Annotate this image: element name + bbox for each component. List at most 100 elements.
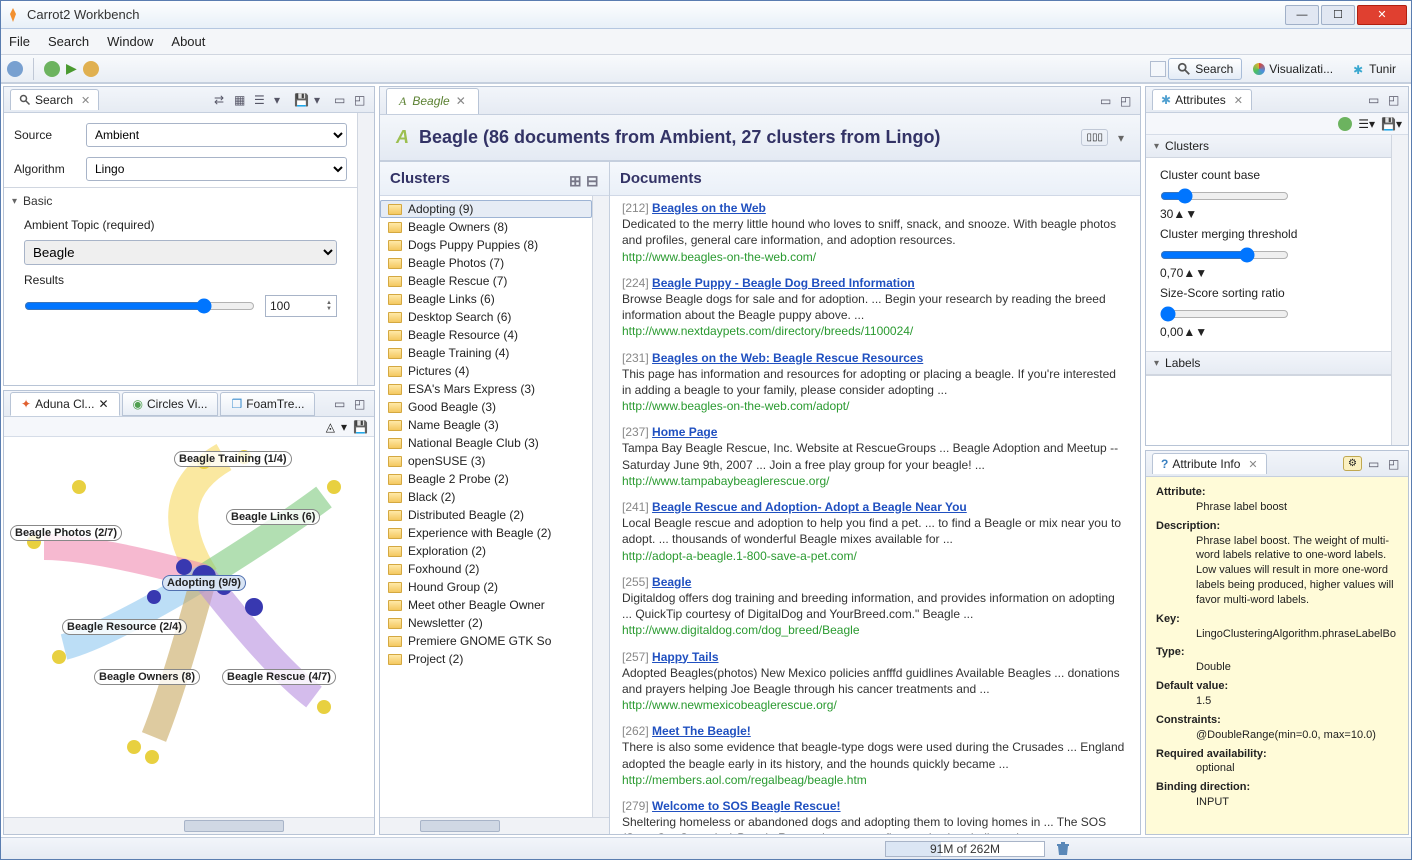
minimize-icon[interactable]: ▭ [334,397,348,411]
size-score-spinner[interactable]: 0,00▲▼ [1160,325,1377,339]
minimize-icon[interactable]: ▭ [1368,457,1382,471]
perspective-search[interactable]: Search [1168,58,1242,80]
vis-node-label[interactable]: Beagle Owners (8) [94,669,200,685]
attributes-tab[interactable]: ✱ Attributes ✕ [1152,89,1252,110]
vis-tab-foamtree[interactable]: ❒FoamTre... [220,392,315,416]
doc-title-link[interactable]: Home Page [652,425,717,439]
doc-title-link[interactable]: Beagle Puppy - Beagle Dog Breed Informat… [652,276,915,290]
cluster-item[interactable]: Newsletter (2) [380,614,592,632]
cluster-item[interactable]: Dogs Puppy Puppies (8) [380,236,592,254]
dropdown-icon[interactable]: ▾ [274,93,288,107]
cluster-item[interactable]: ESA's Mars Express (3) [380,380,592,398]
menu-about[interactable]: About [171,34,205,49]
link-icon[interactable]: ⇄ [214,93,228,107]
cluster-item[interactable]: Good Beagle (3) [380,398,592,416]
cluster-count-slider[interactable] [1160,188,1289,204]
vis-tab-circles[interactable]: ◉Circles Vi... [122,392,219,416]
cluster-item[interactable]: openSUSE (3) [380,452,592,470]
cluster-item[interactable]: Experience with Beagle (2) [380,524,592,542]
cluster-item[interactable]: Beagle Resource (4) [380,326,592,344]
window-minimize-button[interactable]: — [1285,5,1319,25]
dropdown-icon[interactable]: ▾ [341,420,347,434]
grid-icon[interactable]: ▦ [234,93,248,107]
doc-title-link[interactable]: Beagle [652,575,691,589]
cluster-item[interactable]: Foxhound (2) [380,560,592,578]
perspective-visualization[interactable]: Visualizati... [1244,58,1342,80]
cluster-item[interactable]: Beagle 2 Probe (2) [380,470,592,488]
topic-select[interactable]: Beagle [24,240,337,265]
tree-icon[interactable]: ◬ [326,420,335,434]
cluster-item[interactable]: Project (2) [380,650,592,668]
results-slider[interactable] [24,295,255,317]
doc-title-link[interactable]: Welcome to SOS Beagle Rescue! [652,799,841,813]
basic-heading[interactable]: Basic [12,194,349,214]
vis-node-label[interactable]: Beagle Links (6) [226,509,320,525]
merge-threshold-spinner[interactable]: 0,70▲▼ [1160,266,1377,280]
cluster-item[interactable]: Beagle Owners (8) [380,218,592,236]
vis-node-label[interactable]: Beagle Rescue (4/7) [222,669,336,685]
cluster-item[interactable]: Hound Group (2) [380,578,592,596]
cluster-item[interactable]: Adopting (9) [380,200,592,218]
maximize-icon[interactable]: ◰ [354,93,368,107]
maximize-icon[interactable]: ◰ [354,397,368,411]
cluster-item[interactable]: Beagle Training (4) [380,344,592,362]
dropdown-icon[interactable]: ▾ [1118,131,1124,145]
minimize-icon[interactable]: ▭ [334,93,348,107]
close-icon[interactable]: ✕ [1234,94,1243,107]
tree-icon[interactable]: ☰ [254,93,268,107]
details-toggle-icon[interactable]: ⚙ [1343,456,1362,471]
menu-search[interactable]: Search [48,34,89,49]
section-clusters[interactable]: Clusters [1146,135,1391,158]
close-icon[interactable]: ✕ [98,397,108,411]
cluster-count-spinner[interactable]: 30▲▼ [1160,207,1377,221]
size-score-slider[interactable] [1160,306,1289,322]
vis-node-label[interactable]: Beagle Training (1/4) [174,451,292,467]
cluster-item[interactable]: Distributed Beagle (2) [380,506,592,524]
doc-title-link[interactable]: Beagle Rescue and Adoption- Adopt a Beag… [652,500,967,514]
scrollbar-horizontal[interactable] [380,817,609,834]
open-perspective-icon[interactable] [1150,61,1166,77]
menu-window[interactable]: Window [107,34,153,49]
merge-threshold-slider[interactable] [1160,247,1289,263]
process-icon[interactable] [44,61,60,77]
play-icon[interactable]: ▶ [66,60,77,77]
cluster-item[interactable]: Pictures (4) [380,362,592,380]
maximize-icon[interactable]: ◰ [1120,94,1134,108]
refresh-icon[interactable] [1338,117,1352,131]
cluster-item[interactable]: Black (2) [380,488,592,506]
save-mini-icon[interactable]: 💾 [353,420,368,434]
maximize-icon[interactable]: ◰ [1388,457,1402,471]
doc-title-link[interactable]: Beagles on the Web: Beagle Rescue Resour… [652,351,923,365]
scrollbar-vertical[interactable] [592,196,609,817]
cluster-item[interactable]: National Beagle Club (3) [380,434,592,452]
autoupdate-icon[interactable] [83,61,99,77]
doc-title-link[interactable]: Meet The Beagle! [652,724,751,738]
close-icon[interactable]: ✕ [1248,458,1257,471]
cluster-item[interactable]: Beagle Rescue (7) [380,272,592,290]
cluster-item[interactable]: Name Beagle (3) [380,416,592,434]
collapse-all-icon[interactable]: ⊟ [586,172,599,185]
doc-title-link[interactable]: Happy Tails [652,650,718,664]
source-select[interactable]: Ambient [86,123,347,147]
scrollbar-vertical[interactable] [357,113,374,385]
vis-node-label[interactable]: Beagle Photos (2/7) [10,525,122,541]
results-spinner[interactable]: 100 ▲▼ [265,295,337,317]
section-labels[interactable]: Labels [1146,352,1391,375]
scrollbar-vertical[interactable] [1391,135,1408,445]
save-mini-icon[interactable]: 💾▾ [1381,117,1402,131]
doc-title-link[interactable]: Beagles on the Web [652,201,766,215]
vis-node-label[interactable]: Adopting (9/9) [162,575,246,591]
vis-tab-aduna[interactable]: ✦Aduna Cl...✕ [10,392,120,416]
cluster-item[interactable]: Premiere GNOME GTK So [380,632,592,650]
expand-all-icon[interactable]: ⊞ [569,172,582,185]
visualization-canvas[interactable]: Beagle Training (1/4) Beagle Links (6) B… [4,437,374,777]
scrollbar-horizontal[interactable] [4,817,374,834]
close-icon[interactable]: ✕ [456,94,466,108]
save-icon[interactable] [7,61,23,77]
attrinfo-tab[interactable]: ? Attribute Info ✕ [1152,453,1267,474]
save-mini-icon[interactable]: 💾 [294,93,308,107]
tree-icon[interactable]: ☰▾ [1358,117,1375,131]
maximize-icon[interactable]: ◰ [1388,93,1402,107]
minimize-icon[interactable]: ▭ [1100,94,1114,108]
window-maximize-button[interactable]: ☐ [1321,5,1355,25]
